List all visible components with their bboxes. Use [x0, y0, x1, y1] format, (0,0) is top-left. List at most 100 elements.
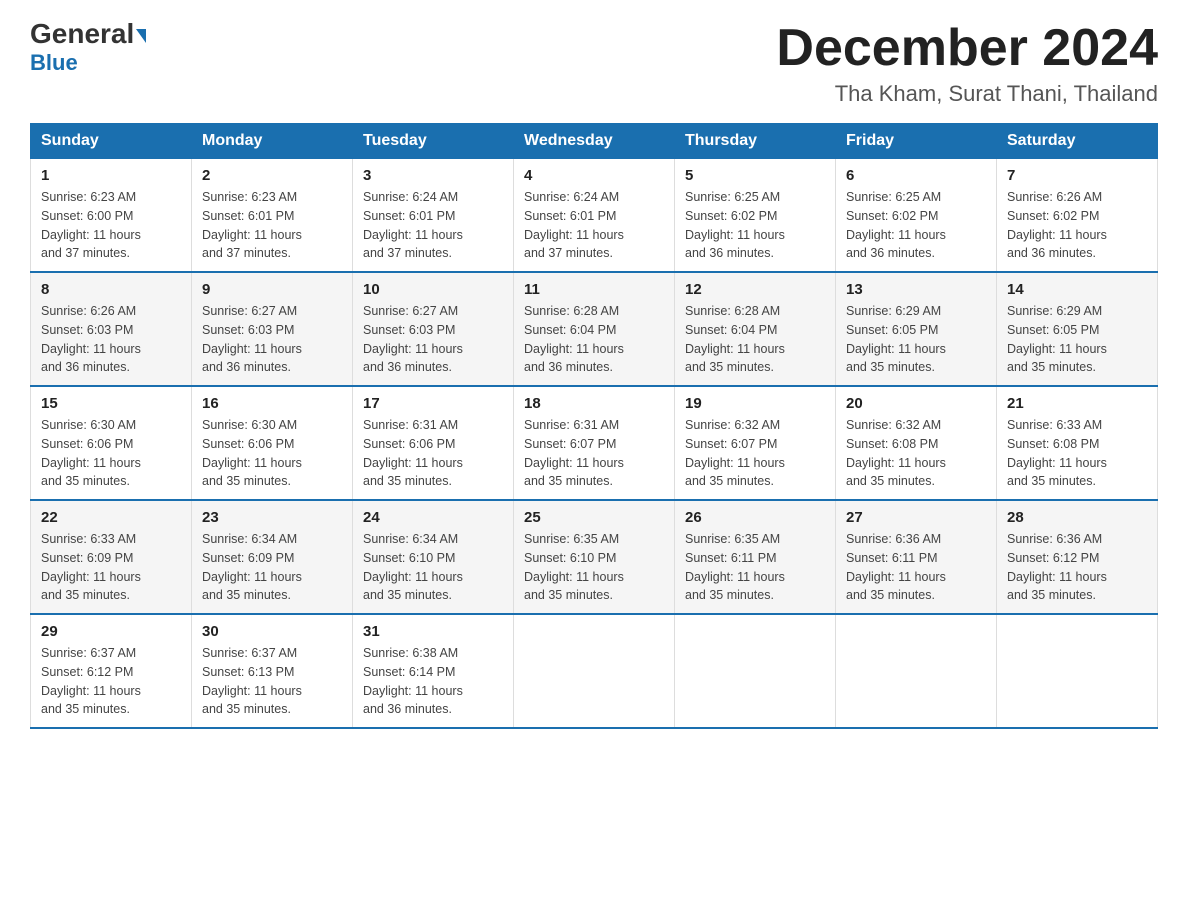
day-number: 24	[363, 509, 503, 526]
day-info: Sunrise: 6:27 AMSunset: 6:03 PMDaylight:…	[202, 302, 342, 377]
day-number: 9	[202, 281, 342, 298]
day-info: Sunrise: 6:36 AMSunset: 6:11 PMDaylight:…	[846, 530, 986, 605]
day-number: 20	[846, 395, 986, 412]
day-info: Sunrise: 6:29 AMSunset: 6:05 PMDaylight:…	[1007, 302, 1147, 377]
calendar-day-cell: 2 Sunrise: 6:23 AMSunset: 6:01 PMDaylight…	[192, 159, 353, 273]
logo: General Blue	[30, 20, 146, 76]
calendar-day-cell: 3 Sunrise: 6:24 AMSunset: 6:01 PMDaylight…	[353, 159, 514, 273]
day-number: 27	[846, 509, 986, 526]
day-number: 14	[1007, 281, 1147, 298]
week-row-3: 15 Sunrise: 6:30 AMSunset: 6:06 PMDayligh…	[31, 386, 1158, 500]
day-number: 3	[363, 167, 503, 184]
day-info: Sunrise: 6:28 AMSunset: 6:04 PMDaylight:…	[685, 302, 825, 377]
day-number: 16	[202, 395, 342, 412]
empty-cell	[675, 614, 836, 728]
day-info: Sunrise: 6:34 AMSunset: 6:09 PMDaylight:…	[202, 530, 342, 605]
day-number: 19	[685, 395, 825, 412]
day-number: 28	[1007, 509, 1147, 526]
calendar-day-cell: 31Sunrise: 6:38 AMSunset: 6:14 PMDayligh…	[353, 614, 514, 728]
month-title: December 2024	[776, 20, 1158, 77]
calendar-day-cell: 11 Sunrise: 6:28 AMSunset: 6:04 PMDayligh…	[514, 272, 675, 386]
day-info: Sunrise: 6:32 AMSunset: 6:07 PMDaylight:…	[685, 416, 825, 491]
col-thursday: Thursday	[675, 124, 836, 159]
day-info: Sunrise: 6:36 AMSunset: 6:12 PMDaylight:…	[1007, 530, 1147, 605]
day-number: 1	[41, 167, 181, 184]
day-info: Sunrise: 6:35 AMSunset: 6:10 PMDaylight:…	[524, 530, 664, 605]
calendar-day-cell: 1 Sunrise: 6:23 AMSunset: 6:00 PMDaylight…	[31, 159, 192, 273]
day-info: Sunrise: 6:25 AMSunset: 6:02 PMDaylight:…	[685, 188, 825, 263]
calendar-day-cell: 20Sunrise: 6:32 AMSunset: 6:08 PMDayligh…	[836, 386, 997, 500]
page-header: General Blue December 2024 Tha Kham, Sur…	[30, 20, 1158, 107]
col-saturday: Saturday	[997, 124, 1158, 159]
empty-cell	[997, 614, 1158, 728]
col-tuesday: Tuesday	[353, 124, 514, 159]
day-info: Sunrise: 6:33 AMSunset: 6:08 PMDaylight:…	[1007, 416, 1147, 491]
calendar-day-cell: 28 Sunrise: 6:36 AMSunset: 6:12 PMDayligh…	[997, 500, 1158, 614]
day-number: 6	[846, 167, 986, 184]
calendar-day-cell: 7 Sunrise: 6:26 AMSunset: 6:02 PMDaylight…	[997, 159, 1158, 273]
calendar-day-cell: 27 Sunrise: 6:36 AMSunset: 6:11 PMDayligh…	[836, 500, 997, 614]
day-number: 17	[363, 395, 503, 412]
calendar-day-cell: 19 Sunrise: 6:32 AMSunset: 6:07 PMDayligh…	[675, 386, 836, 500]
col-monday: Monday	[192, 124, 353, 159]
day-number: 2	[202, 167, 342, 184]
day-info: Sunrise: 6:31 AMSunset: 6:06 PMDaylight:…	[363, 416, 503, 491]
empty-cell	[836, 614, 997, 728]
calendar-day-cell: 22 Sunrise: 6:33 AMSunset: 6:09 PMDayligh…	[31, 500, 192, 614]
day-info: Sunrise: 6:34 AMSunset: 6:10 PMDaylight:…	[363, 530, 503, 605]
day-number: 13	[846, 281, 986, 298]
week-row-1: 1 Sunrise: 6:23 AMSunset: 6:00 PMDaylight…	[31, 159, 1158, 273]
calendar-day-cell: 21 Sunrise: 6:33 AMSunset: 6:08 PMDayligh…	[997, 386, 1158, 500]
day-number: 7	[1007, 167, 1147, 184]
day-number: 4	[524, 167, 664, 184]
day-info: Sunrise: 6:29 AMSunset: 6:05 PMDaylight:…	[846, 302, 986, 377]
day-info: Sunrise: 6:24 AMSunset: 6:01 PMDaylight:…	[524, 188, 664, 263]
empty-cell	[514, 614, 675, 728]
calendar-day-cell: 29Sunrise: 6:37 AMSunset: 6:12 PMDayligh…	[31, 614, 192, 728]
day-info: Sunrise: 6:23 AMSunset: 6:00 PMDaylight:…	[41, 188, 181, 263]
day-number: 26	[685, 509, 825, 526]
calendar-day-cell: 24 Sunrise: 6:34 AMSunset: 6:10 PMDayligh…	[353, 500, 514, 614]
calendar-day-cell: 14 Sunrise: 6:29 AMSunset: 6:05 PMDayligh…	[997, 272, 1158, 386]
calendar-day-cell: 8Sunrise: 6:26 AMSunset: 6:03 PMDaylight…	[31, 272, 192, 386]
day-info: Sunrise: 6:24 AMSunset: 6:01 PMDaylight:…	[363, 188, 503, 263]
day-info: Sunrise: 6:26 AMSunset: 6:02 PMDaylight:…	[1007, 188, 1147, 263]
calendar-day-cell: 12 Sunrise: 6:28 AMSunset: 6:04 PMDayligh…	[675, 272, 836, 386]
day-number: 22	[41, 509, 181, 526]
calendar-day-cell: 26 Sunrise: 6:35 AMSunset: 6:11 PMDayligh…	[675, 500, 836, 614]
day-info: Sunrise: 6:26 AMSunset: 6:03 PMDaylight:…	[41, 302, 181, 377]
calendar-day-cell: 5Sunrise: 6:25 AMSunset: 6:02 PMDaylight…	[675, 159, 836, 273]
calendar-day-cell: 9 Sunrise: 6:27 AMSunset: 6:03 PMDaylight…	[192, 272, 353, 386]
day-info: Sunrise: 6:31 AMSunset: 6:07 PMDaylight:…	[524, 416, 664, 491]
day-number: 29	[41, 623, 181, 640]
calendar-table: Sunday Monday Tuesday Wednesday Thursday…	[30, 123, 1158, 729]
day-number: 12	[685, 281, 825, 298]
week-row-2: 8Sunrise: 6:26 AMSunset: 6:03 PMDaylight…	[31, 272, 1158, 386]
day-number: 31	[363, 623, 503, 640]
week-row-4: 22 Sunrise: 6:33 AMSunset: 6:09 PMDayligh…	[31, 500, 1158, 614]
week-row-5: 29Sunrise: 6:37 AMSunset: 6:12 PMDayligh…	[31, 614, 1158, 728]
col-sunday: Sunday	[31, 124, 192, 159]
day-number: 21	[1007, 395, 1147, 412]
day-number: 25	[524, 509, 664, 526]
calendar-day-cell: 25 Sunrise: 6:35 AMSunset: 6:10 PMDayligh…	[514, 500, 675, 614]
day-number: 23	[202, 509, 342, 526]
calendar-day-cell: 30Sunrise: 6:37 AMSunset: 6:13 PMDayligh…	[192, 614, 353, 728]
day-number: 10	[363, 281, 503, 298]
day-info: Sunrise: 6:35 AMSunset: 6:11 PMDaylight:…	[685, 530, 825, 605]
calendar-day-cell: 4 Sunrise: 6:24 AMSunset: 6:01 PMDaylight…	[514, 159, 675, 273]
day-info: Sunrise: 6:23 AMSunset: 6:01 PMDaylight:…	[202, 188, 342, 263]
logo-blue: Blue	[30, 50, 78, 76]
calendar-header-row: Sunday Monday Tuesday Wednesday Thursday…	[31, 124, 1158, 159]
title-block: December 2024 Tha Kham, Surat Thani, Tha…	[776, 20, 1158, 107]
day-info: Sunrise: 6:33 AMSunset: 6:09 PMDaylight:…	[41, 530, 181, 605]
day-info: Sunrise: 6:30 AMSunset: 6:06 PMDaylight:…	[202, 416, 342, 491]
day-number: 11	[524, 281, 664, 298]
calendar-day-cell: 15Sunrise: 6:30 AMSunset: 6:06 PMDayligh…	[31, 386, 192, 500]
logo-triangle-icon	[136, 29, 146, 43]
calendar-day-cell: 16 Sunrise: 6:30 AMSunset: 6:06 PMDayligh…	[192, 386, 353, 500]
day-number: 15	[41, 395, 181, 412]
day-info: Sunrise: 6:27 AMSunset: 6:03 PMDaylight:…	[363, 302, 503, 377]
day-number: 30	[202, 623, 342, 640]
day-info: Sunrise: 6:28 AMSunset: 6:04 PMDaylight:…	[524, 302, 664, 377]
